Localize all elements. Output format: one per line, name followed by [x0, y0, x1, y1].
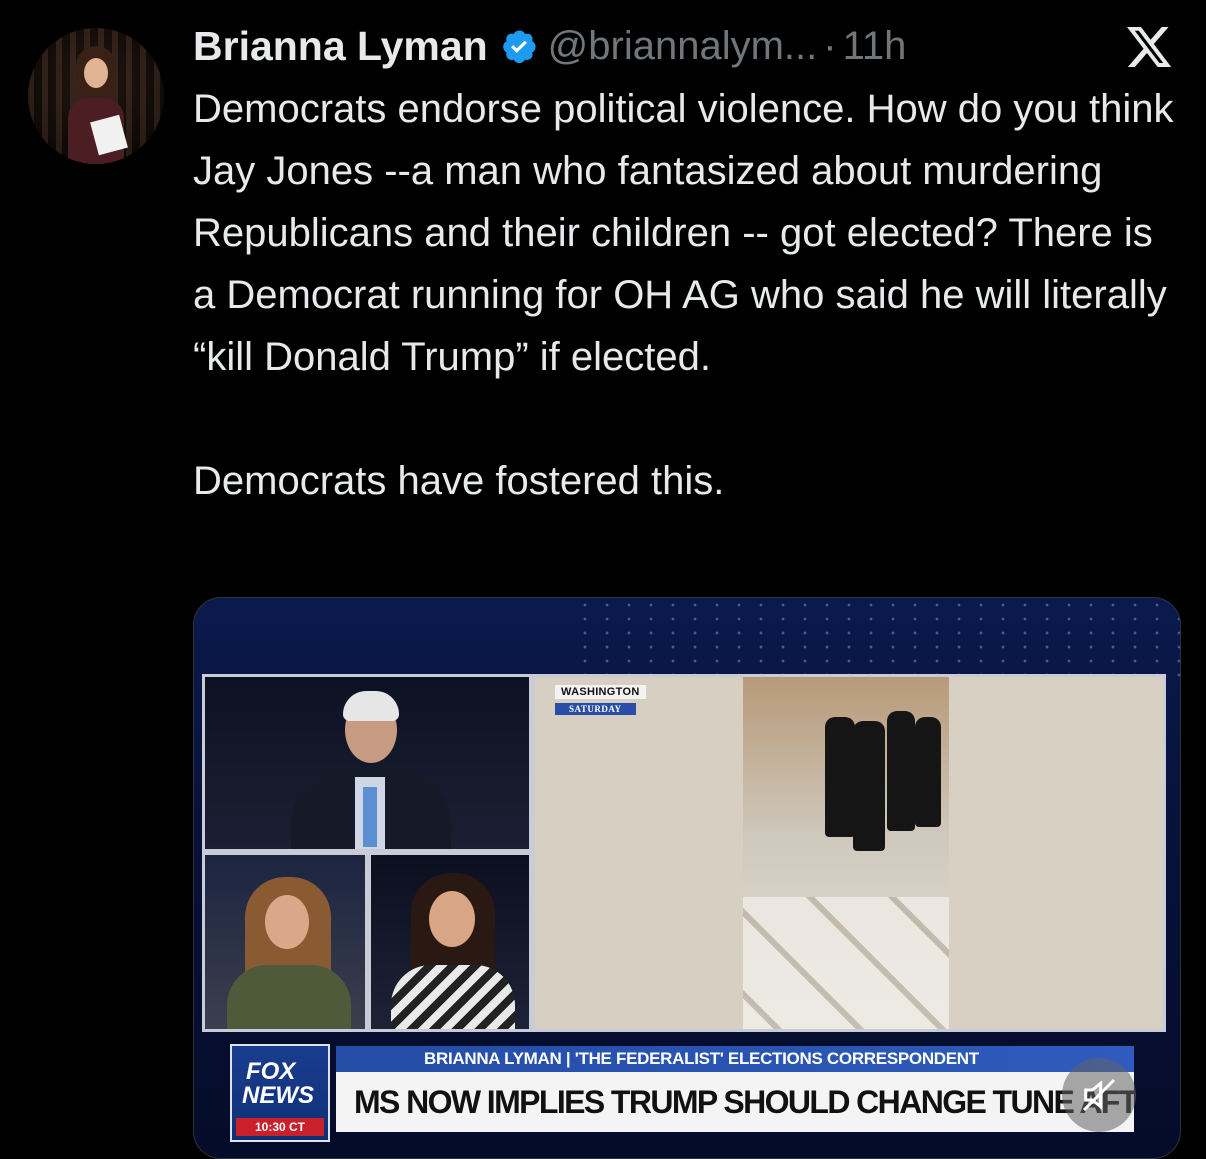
tweet-paragraph-2: Democrats have fostered this.: [193, 459, 725, 503]
avatar[interactable]: [28, 28, 164, 164]
logo-line-2: NEWS: [242, 1082, 314, 1109]
verified-badge-icon[interactable]: [500, 27, 538, 65]
tweet-header: Brianna Lyman @briannalym... · 11h: [193, 22, 906, 70]
video-frame-host: [202, 674, 532, 852]
location-tag: WASHINGTON SATURDAY: [555, 685, 646, 717]
video-frame-guest-1: [202, 852, 368, 1032]
author-handle[interactable]: @briannalym...: [548, 24, 818, 69]
timestamp[interactable]: 11h: [843, 24, 907, 69]
muted-speaker-icon: [1082, 1078, 1116, 1112]
chyron-headline: MS NOW IMPLIES TRUMP SHOULD CHANGE TUNE …: [336, 1072, 1134, 1132]
location-label: WASHINGTON: [555, 685, 646, 699]
video-frame-footage: WASHINGTON SATURDAY: [532, 674, 1166, 1032]
separator-dot: ·: [823, 23, 837, 68]
logo-line-1: FOX: [246, 1058, 296, 1085]
author-name[interactable]: Brianna Lyman: [193, 23, 488, 70]
mute-button[interactable]: [1062, 1058, 1136, 1132]
tweet-text: Democrats endorse political violence. Ho…: [193, 78, 1183, 512]
x-logo-icon[interactable]: [1122, 24, 1174, 72]
fox-news-logo: FOX NEWS 10:30 CT: [230, 1044, 330, 1142]
video-frame-guest-2: [368, 852, 532, 1032]
avatar-face: [84, 58, 108, 88]
video-player[interactable]: WASHINGTON SATURDAY FOX NEWS 10:30 CT BR…: [193, 597, 1181, 1159]
studio-background: [574, 598, 1180, 678]
broadcast-clock: 10:30 CT: [236, 1118, 324, 1136]
chyron-subtitle: BRIANNA LYMAN | 'THE FEDERALIST' ELECTIO…: [336, 1046, 1134, 1072]
tweet-paragraph-1: Democrats endorse political violence. Ho…: [193, 87, 1174, 379]
day-label: SATURDAY: [555, 703, 636, 715]
news-lower-third: FOX NEWS 10:30 CT BRIANNA LYMAN | 'THE F…: [230, 1044, 1136, 1142]
